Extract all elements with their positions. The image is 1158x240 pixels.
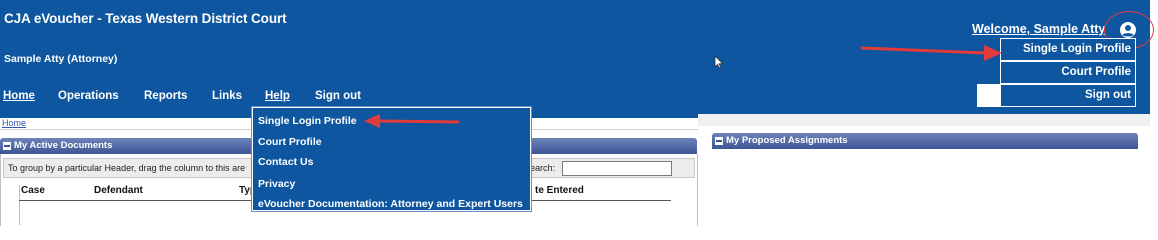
user-role-label: Sample Atty (Attorney) — [4, 53, 118, 65]
proposed-assignments-title: My Proposed Assignments — [726, 135, 848, 146]
help-menu-contact-us[interactable]: Contact Us — [258, 156, 313, 168]
nav-home[interactable]: Home — [3, 90, 35, 102]
header-divider-strip — [698, 114, 1150, 126]
collapse-icon[interactable] — [715, 137, 723, 145]
user-menu-single-login-profile[interactable]: Single Login Profile — [1000, 38, 1136, 61]
user-menu-court-profile[interactable]: Court Profile — [1000, 61, 1136, 84]
column-case[interactable]: Case — [21, 185, 45, 196]
help-menu-privacy[interactable]: Privacy — [258, 178, 295, 190]
user-menu-sign-out[interactable]: Sign out — [1000, 84, 1136, 107]
group-hint-text: To group by a particular Header, drag th… — [8, 163, 246, 173]
nav-operations[interactable]: Operations — [58, 90, 119, 102]
help-menu-court-profile[interactable]: Court Profile — [258, 136, 322, 148]
welcome-user-link[interactable]: Welcome, Sample Atty — [972, 22, 1105, 36]
menu-spacer — [977, 84, 1001, 107]
nav-help[interactable]: Help — [265, 90, 290, 102]
help-menu-single-login-profile[interactable]: Single Login Profile — [258, 115, 357, 127]
proposed-assignments-header: My Proposed Assignments — [712, 133, 1138, 149]
nav-links[interactable]: Links — [212, 90, 242, 102]
help-menu-documentation[interactable]: eVoucher Documentation: Attorney and Exp… — [258, 198, 523, 210]
collapse-icon[interactable] — [3, 142, 11, 150]
column-date-entered[interactable]: te Entered — [535, 185, 584, 196]
column-defendant[interactable]: Defendant — [94, 185, 143, 196]
search-input[interactable] — [562, 161, 672, 176]
mouse-cursor-icon — [714, 55, 724, 69]
annotation-arrow-icon — [364, 114, 460, 128]
app-title: CJA eVoucher - Texas Western District Co… — [4, 11, 287, 26]
annotation-arrow-icon — [860, 45, 1002, 61]
nav-sign-out[interactable]: Sign out — [315, 90, 361, 102]
nav-reports[interactable]: Reports — [144, 90, 187, 102]
active-documents-title: My Active Documents — [14, 140, 113, 151]
search-label: earch: — [528, 159, 556, 177]
user-dropdown-menu: Single Login Profile Court Profile Sign … — [1000, 38, 1136, 107]
